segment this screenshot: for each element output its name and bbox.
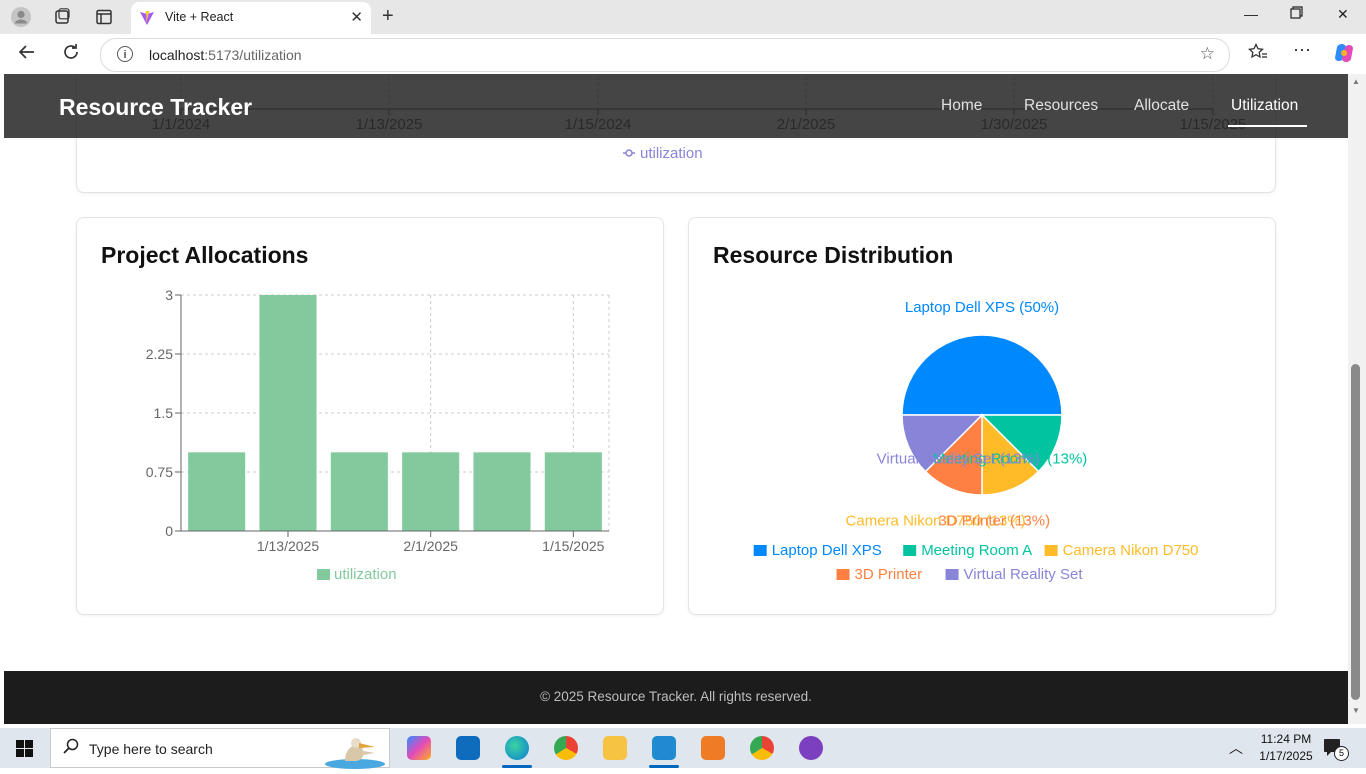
chrome-icon[interactable]	[554, 736, 578, 760]
clock-date: 1/17/2025	[1259, 749, 1313, 763]
taskbar-clock[interactable]: 11:24 PM 1/17/2025	[1256, 731, 1316, 765]
page-footer: © 2025 Resource Tracker. All rights rese…	[4, 671, 1348, 724]
copilot-icon[interactable]	[1333, 42, 1355, 69]
refresh-icon[interactable]	[62, 43, 80, 66]
project-allocations-chart: 00.751.52.2531/13/2025 2/1/2025 1/15/2025 …	[146, 287, 610, 583]
scrollbar-thumb[interactable]	[1351, 364, 1360, 700]
address-bar: i localhost:5173/utilization ☆ ⋯	[0, 34, 1366, 74]
pie-slice	[901, 334, 1063, 416]
pie-legend-label: Laptop Dell XPS	[772, 542, 882, 559]
pie-slice-label: Laptop Dell XPS (50%)	[905, 299, 1059, 316]
vscode-icon[interactable]	[652, 736, 676, 760]
bar-y-tick-label: 0.75	[146, 464, 173, 480]
page-viewport: 1/1/20241/13/20251/15/20242/1/20251/30/2…	[4, 74, 1348, 724]
pie-legend-label: 3D Printer	[855, 566, 923, 583]
close-tab-icon[interactable]: ✕	[350, 8, 363, 26]
more-menu-icon[interactable]: ⋯	[1293, 40, 1311, 61]
windows-taskbar: Type here to search ︿ 11:24 PM 1/17/2025…	[0, 728, 1366, 769]
bar	[330, 452, 388, 531]
pie-legend-swatch	[1044, 545, 1058, 556]
pie-slice-label: Virtual Reality Set (13%)	[877, 451, 1040, 468]
minimize-icon[interactable]: —	[1244, 6, 1258, 22]
windows-start-icon[interactable]	[16, 740, 33, 762]
page-scrollbar[interactable]: ▲ ▼	[1348, 74, 1366, 724]
profile-icon[interactable]	[10, 6, 32, 28]
notification-icon[interactable]: 5	[1324, 739, 1349, 762]
xampp-icon[interactable]	[701, 736, 725, 760]
pie-legend-label: Virtual Reality Set	[964, 566, 1084, 583]
site-info-icon[interactable]: i	[117, 46, 133, 62]
scroll-up-icon[interactable]: ▲	[1352, 77, 1360, 86]
bar	[259, 295, 317, 531]
nav-resources[interactable]: Resources	[1024, 97, 1098, 115]
bar-y-tick-label: 1.5	[154, 405, 174, 421]
bar-x-tick-label: 2/1/2025	[403, 538, 458, 554]
chrome-profile-icon[interactable]	[750, 736, 774, 760]
bar-legend-swatch	[317, 569, 330, 580]
search-icon	[63, 738, 79, 759]
line-legend-label: utilization	[640, 145, 703, 162]
bar	[473, 452, 531, 531]
close-window-icon[interactable]: ✕	[1337, 6, 1349, 23]
resource-distribution-chart: Laptop Dell XPS (50%)Meeting Room A (13%…	[753, 299, 1199, 583]
pie-legend-label: Meeting Room A	[921, 542, 1032, 559]
vite-logo-icon	[139, 10, 155, 31]
file-explorer-icon[interactable]	[603, 736, 627, 760]
nav-utilization[interactable]: Utilization	[1231, 97, 1298, 115]
edge-icon[interactable]	[505, 736, 529, 760]
browser-tab-bar: Vite + React ✕ + — ✕	[0, 0, 1366, 34]
scroll-down-icon[interactable]: ▼	[1352, 706, 1360, 715]
bar-chart-legend: utilization	[317, 566, 397, 583]
nav-home[interactable]: Home	[941, 97, 982, 115]
footer-copyright: © 2025 Resource Tracker. All rights rese…	[540, 689, 812, 704]
bar-legend-label: utilization	[334, 566, 397, 583]
outlook-icon[interactable]	[456, 736, 480, 760]
pie-legend-swatch	[753, 545, 767, 556]
bar	[544, 452, 602, 531]
favorites-icon[interactable]	[1248, 42, 1268, 66]
browser-tab[interactable]: Vite + React ✕	[131, 2, 371, 34]
back-icon[interactable]	[18, 43, 36, 66]
workspaces-icon[interactable]	[51, 6, 73, 28]
app-header: Resource Tracker Home Resources Allocate…	[4, 74, 1348, 138]
active-nav-underline	[1228, 125, 1307, 127]
brand-title[interactable]: Resource Tracker	[59, 94, 252, 121]
pie-slice-label: 3D Printer (13%)	[938, 512, 1050, 529]
github-desktop-icon[interactable]	[799, 736, 823, 760]
bar	[188, 452, 246, 531]
url-text: localhost:5173/utilization	[149, 47, 302, 63]
tab-actions-icon[interactable]	[93, 6, 115, 28]
pie-legend-swatch	[945, 569, 959, 580]
taskbar-search-box[interactable]: Type here to search	[50, 728, 390, 769]
bar-y-tick-label: 3	[165, 287, 173, 303]
new-tab-icon[interactable]: +	[382, 5, 394, 28]
copilot-taskbar-icon[interactable]	[407, 736, 431, 760]
pie-legend-label: Camera Nikon D750	[1063, 542, 1199, 559]
notification-count: 5	[1334, 746, 1349, 761]
line-chart-legend: utilization	[623, 145, 703, 162]
pie-legend-swatch	[903, 545, 917, 556]
bar-x-tick-label: 1/15/2025	[542, 538, 604, 554]
search-placeholder: Type here to search	[89, 741, 213, 757]
pie-legend-swatch	[836, 569, 850, 580]
url-field[interactable]: i localhost:5173/utilization ☆	[100, 38, 1230, 72]
bar-y-tick-label: 2.25	[146, 346, 173, 362]
resource-distribution-card: Resource Distribution Laptop Dell XPS (5…	[688, 217, 1276, 615]
nav-allocate[interactable]: Allocate	[1134, 97, 1189, 115]
project-allocations-card: Project Allocations 0 0.75 1.5 2.25 3 1/13/20…	[76, 217, 664, 615]
bar-y-tick-label: 0	[165, 523, 173, 539]
restore-icon[interactable]	[1290, 6, 1303, 22]
bar-x-tick-label: 1/13/2025	[257, 538, 319, 554]
line-legend-marker-dot	[625, 149, 633, 157]
tab-title: Vite + React	[165, 10, 234, 24]
clock-time: 11:24 PM	[1260, 732, 1312, 746]
favorite-star-icon[interactable]: ☆	[1200, 44, 1215, 64]
tray-chevron-up-icon[interactable]: ︿	[1229, 738, 1243, 758]
bar	[402, 452, 460, 531]
